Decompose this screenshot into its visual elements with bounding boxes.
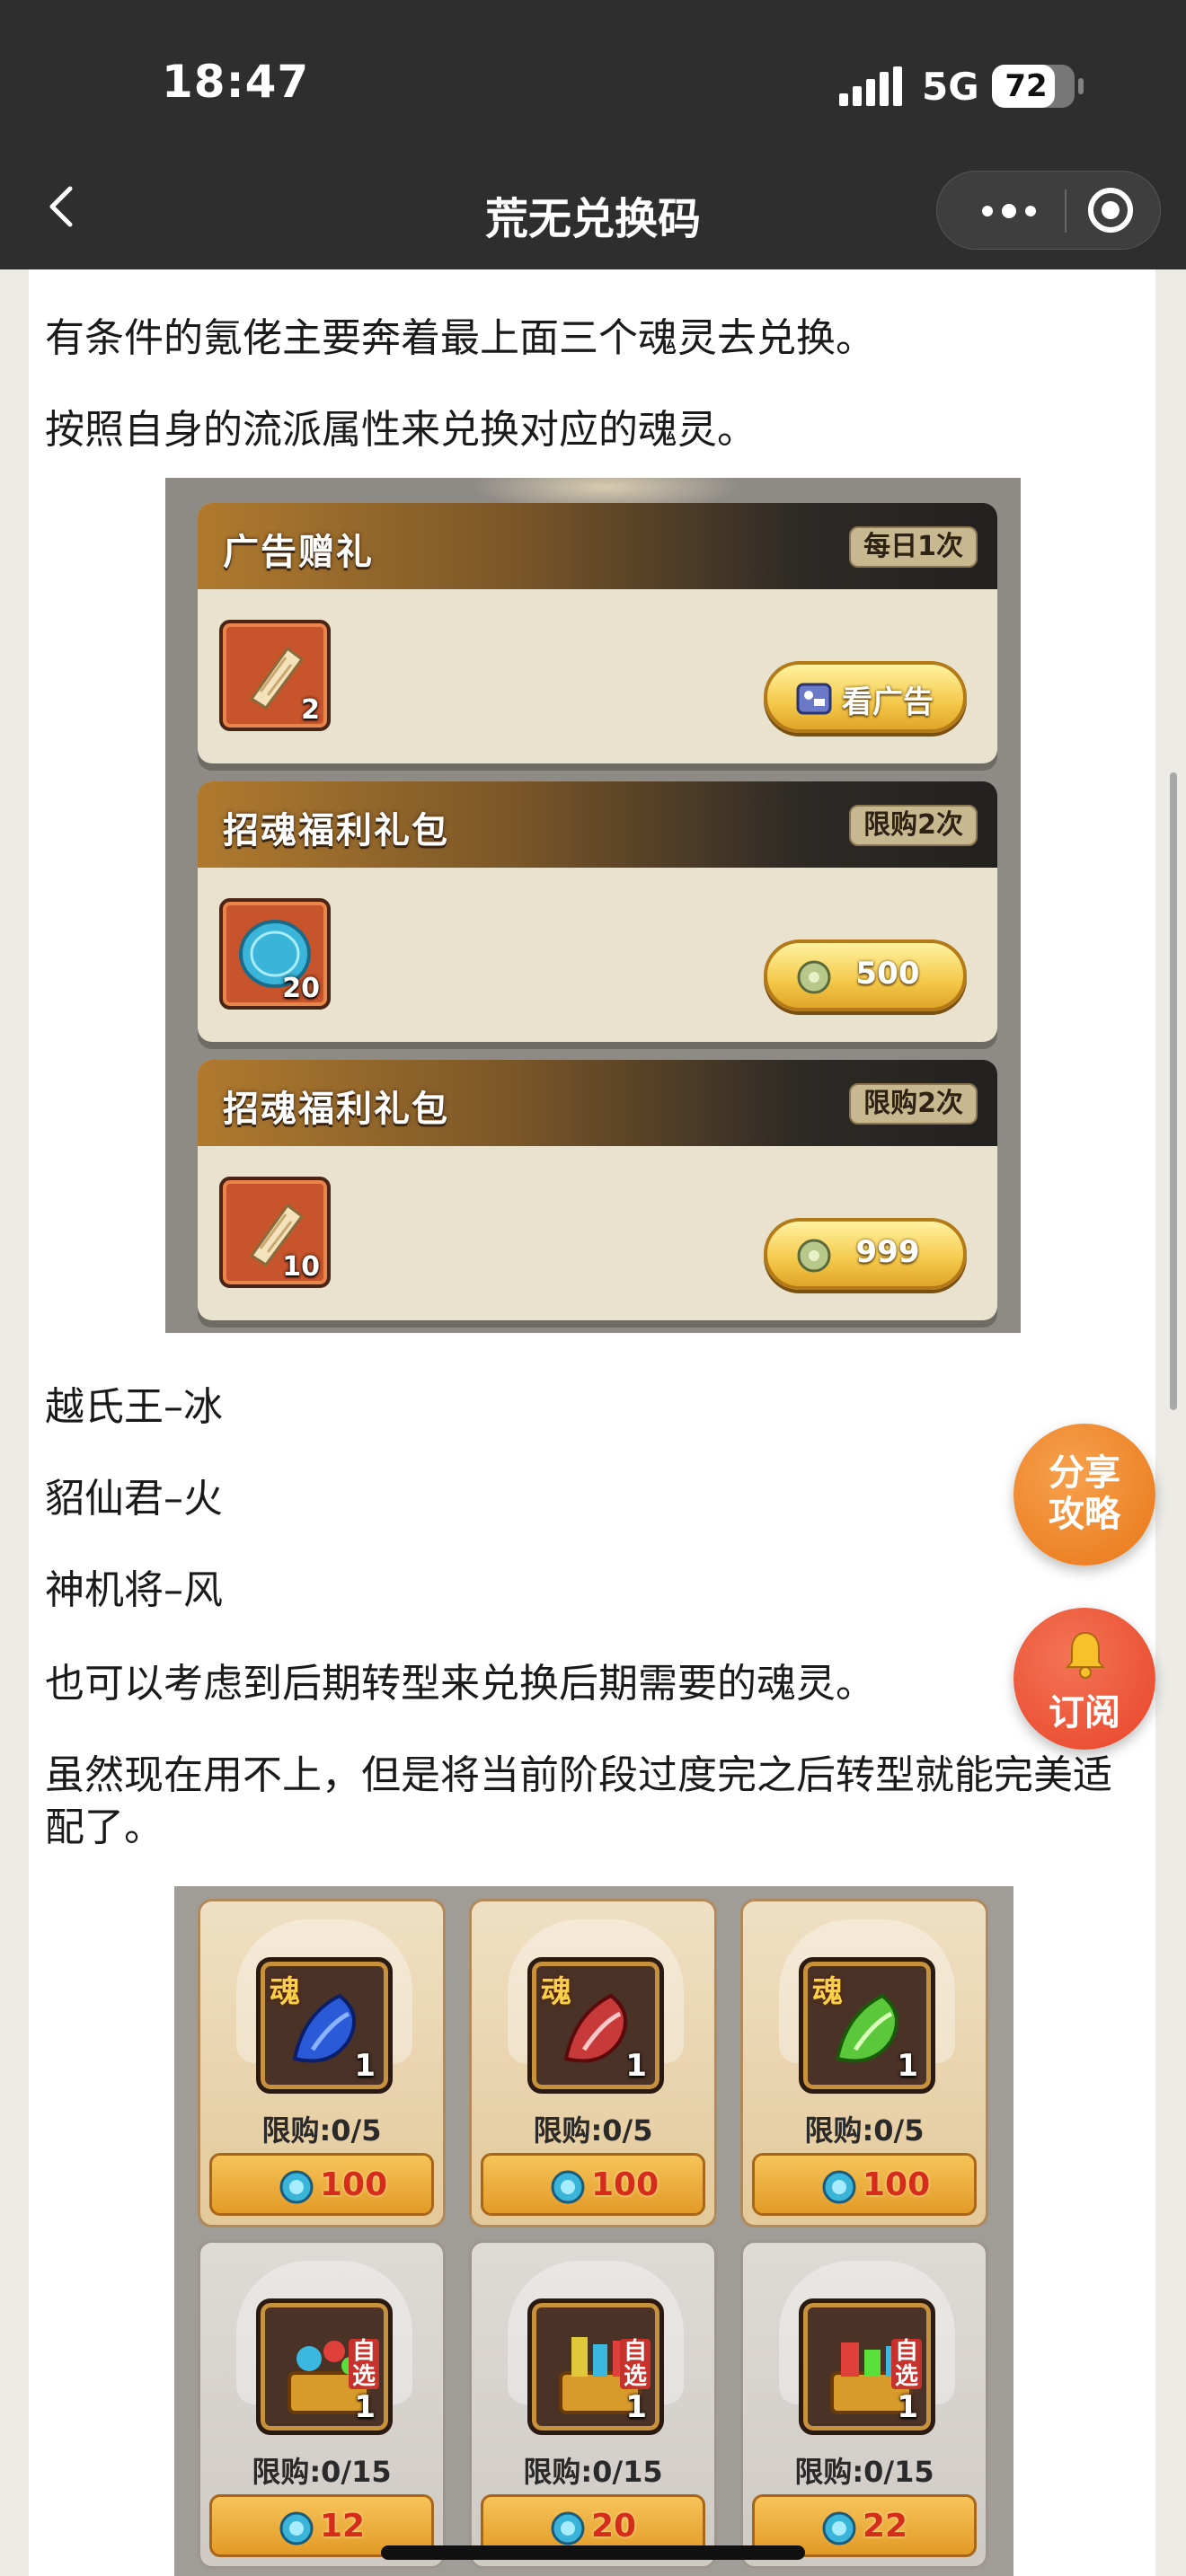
subscribe-button[interactable]: 订阅 [1013,1608,1155,1750]
item-quantity: 1 [354,2389,376,2425]
close-mini-program-button[interactable] [1086,188,1137,234]
shop-card: 自选 1 限购:0/15 22 [740,2240,988,2569]
more-dots-icon [982,206,993,216]
share-label-line1: 分享 [1049,1452,1120,1494]
article-paragraph: 也可以考虑到后期转型来兑换后期需要的魂灵。 [45,1661,875,1707]
gem-chest-icon: 自选 1 [527,2298,664,2435]
shop-card: 魂 1 限购:0/5 100 [740,1899,988,2228]
price: 12 [320,2508,366,2545]
scrollbar[interactable] [1170,772,1177,1410]
button-label: 999 [855,1234,920,1270]
item-quantity: 2 [301,694,320,726]
item-quantity: 1 [897,2048,918,2084]
self-select-tag: 自选 [891,2339,922,2389]
scroll-icon: 10 [219,1177,331,1288]
item-quantity: 1 [625,2048,647,2084]
article-paragraph: 貂仙君–火 [45,1476,223,1522]
buy-button[interactable]: 100 [481,2153,705,2216]
article-paragraph: 按照自身的流派属性来兑换对应的魂灵。 [45,407,757,453]
price: 22 [863,2508,908,2545]
item-quantity: 20 [282,973,320,1004]
soul-gem-icon [822,2170,856,2204]
bell-icon [1065,1631,1106,1679]
blue-soul-icon: 魂 1 [256,1957,393,2094]
signal-icon [839,66,902,106]
gem-chest-icon: 自选 1 [256,2298,393,2435]
panel-title: 招魂福利礼包 [223,1089,449,1130]
watch-ad-button[interactable]: 看广告 [764,661,967,733]
limit-badge: 限购2次 [849,1083,978,1125]
self-select-tag: 自选 [620,2339,651,2389]
price: 100 [591,2166,659,2203]
purchase-limit: 限购:0/15 [523,2455,663,2489]
gem-chest-icon: 自选 1 [799,2298,935,2435]
green-soul-icon: 魂 1 [799,1957,935,2094]
article-paragraph: 越氏王–冰 [45,1384,223,1430]
item-quantity: 10 [282,1251,320,1283]
soul-tag: 魂 [812,1974,843,2010]
reward-panel: 广告赠礼 每日1次 2 看广告 [198,503,997,763]
self-select-tag: 自选 [349,2339,379,2389]
purchase-limit: 限购:0/15 [252,2455,392,2489]
soul-gem-icon [822,2511,856,2545]
item-quantity: 1 [625,2389,647,2425]
red-soul-icon: 魂 1 [527,1957,664,2094]
buy-button[interactable]: 100 [752,2153,977,2216]
shop-grid-image: 魂 1 限购:0/5 100 魂 1 限购:0/5 100 魂 1 限购:0/5 [174,1886,1013,2576]
soul-gem-icon [279,2170,314,2204]
purchase-limit: 限购:0/15 [794,2455,934,2489]
status-time: 18:47 [162,56,310,108]
battery-level: 72 [1005,68,1048,104]
purchase-limit: 限购:0/5 [261,2113,382,2148]
reward-panels-image: 广告赠礼 每日1次 2 看广告 招魂福利礼包 限购2次 20 500 招魂福利礼… [165,478,1021,1333]
limit-badge: 限购2次 [849,805,978,846]
more-button[interactable] [962,188,1052,234]
purchase-limit: 限购:0/5 [533,2113,653,2148]
soul-gem-icon [551,2170,585,2204]
article-paragraph: 神机将–风 [45,1567,223,1613]
shop-card: 自选 1 限购:0/15 12 [198,2240,446,2569]
reward-panel: 招魂福利礼包 限购2次 10 999 [198,1060,997,1320]
price: 100 [863,2166,931,2203]
button-label: 看广告 [842,684,934,720]
network-type: 5G [922,65,979,109]
scroll-icon: 2 [219,620,331,731]
reward-panel: 招魂福利礼包 限购2次 20 500 [198,781,997,1042]
article-paragraph: 有条件的氪佬主要奔着最上面三个魂灵去兑换。 [45,315,875,361]
buy-button[interactable]: 500 [764,940,967,1011]
soul-gem-icon [551,2511,585,2545]
shop-card: 自选 1 限购:0/15 20 [469,2240,717,2569]
top-bar: 18:47 5G 72 荒无兑换码 [0,0,1186,269]
price: 20 [591,2508,637,2545]
item-quantity: 1 [354,2048,376,2084]
shop-card: 魂 1 限购:0/5 100 [469,1899,717,2228]
article-paragraph: 虽然现在用不上，但是将当前阶段过度完之后转型就能完美适配了。 [45,1752,1112,1850]
panel-title: 招魂福利礼包 [223,810,449,851]
soul-tag: 魂 [541,1974,571,2010]
shop-card: 魂 1 限购:0/5 100 [198,1899,446,2228]
soul-coin-icon: 20 [219,898,331,1010]
battery-icon: 72 [992,65,1084,108]
panel-title: 广告赠礼 [223,532,374,573]
limit-badge: 每日1次 [849,526,978,568]
share-guide-button[interactable]: 分享 攻略 [1013,1424,1155,1566]
soul-gem-icon [279,2511,314,2545]
button-label: 500 [855,956,920,992]
buy-button[interactable]: 100 [209,2153,434,2216]
price: 100 [320,2166,388,2203]
buy-button[interactable]: 999 [764,1218,967,1290]
subscribe-label: 订阅 [1049,1692,1120,1734]
soul-tag: 魂 [270,1974,300,2010]
mini-program-capsule [936,171,1161,250]
purchase-limit: 限购:0/5 [804,2113,925,2148]
home-indicator[interactable] [381,2545,805,2560]
share-label-line2: 攻略 [1049,1494,1120,1535]
item-quantity: 1 [897,2389,918,2425]
